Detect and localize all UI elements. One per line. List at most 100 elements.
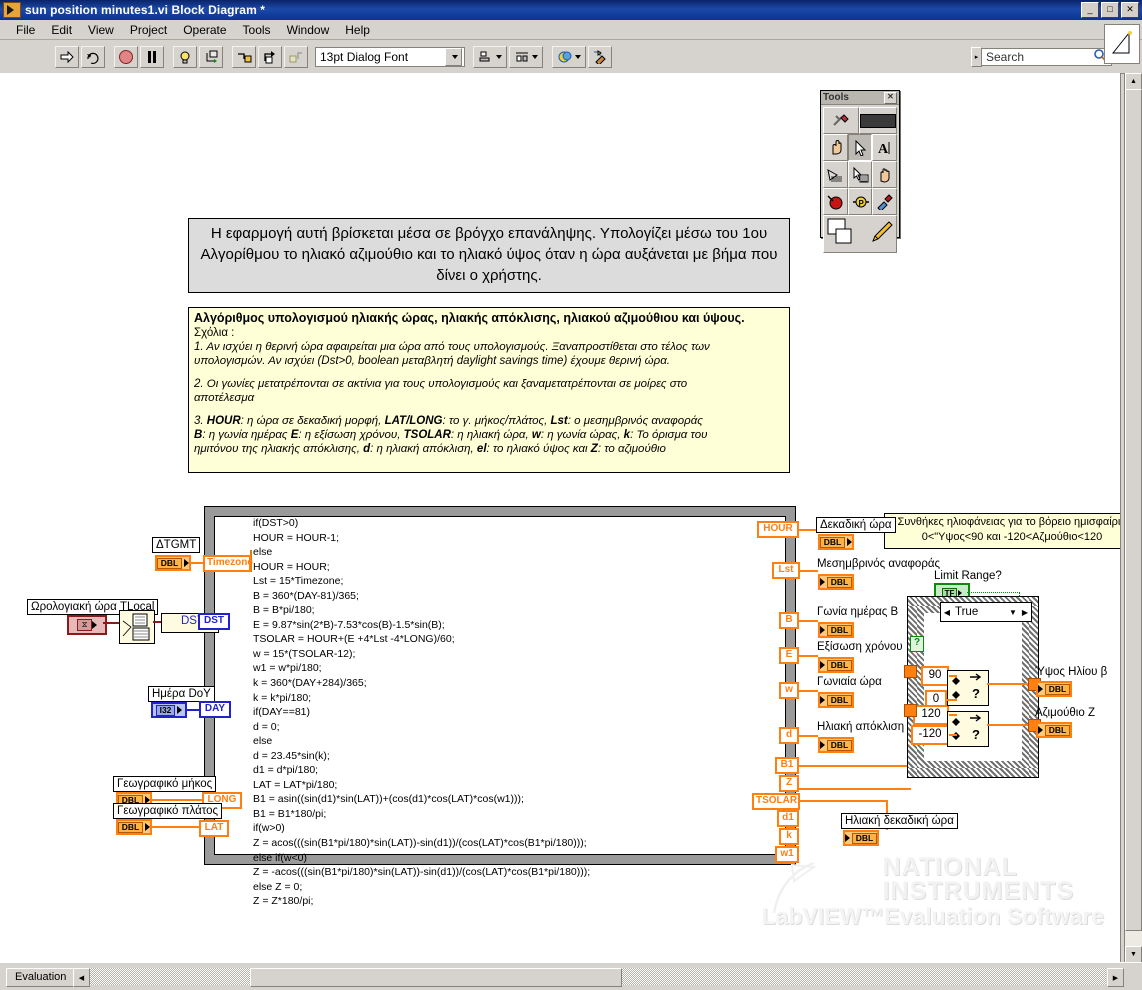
tunnel-dst[interactable]: DST (198, 613, 230, 630)
block-diagram-canvas[interactable]: Η εφαρμογή αυτή βρίσκεται μέσα σε βρόγχο… (0, 73, 1121, 963)
input-terminal-doy[interactable]: I32 (151, 702, 187, 718)
menu-edit[interactable]: Edit (43, 22, 80, 38)
menu-view[interactable]: View (80, 22, 122, 38)
tunnel-b1[interactable]: B1 (775, 757, 799, 774)
case-tunnel-in-elevation[interactable] (904, 665, 917, 678)
wire-b1 (799, 765, 911, 767)
close-icon[interactable]: ✕ (884, 91, 897, 104)
run-continuously-button[interactable] (81, 46, 105, 68)
case-next-icon[interactable]: ▶ (1019, 604, 1031, 620)
constant-upper-azimuth[interactable]: 120 (913, 705, 949, 725)
search-input[interactable]: Search (982, 48, 1112, 66)
menu-tools[interactable]: Tools (235, 22, 279, 38)
hscroll-right-arrow[interactable]: ▶ (1107, 968, 1124, 987)
in-range-coerce-node-azimuth[interactable]: ? (947, 711, 989, 747)
tunnel-k[interactable]: k (779, 828, 799, 845)
clean-up-diagram-button[interactable] (588, 46, 612, 68)
vertical-scroll-thumb[interactable] (1125, 89, 1142, 931)
font-selector[interactable]: 13pt Dialog Font (315, 47, 465, 67)
abort-execution-button[interactable] (114, 46, 138, 68)
position-size-select-tool-button[interactable] (847, 134, 873, 161)
connect-wire-tool-button[interactable] (823, 161, 848, 188)
menu-project[interactable]: Project (122, 22, 175, 38)
edit-text-tool-button[interactable]: A (872, 134, 898, 161)
input-terminal-tlocal[interactable]: ⧖ (67, 615, 107, 635)
menu-window[interactable]: Window (279, 22, 338, 38)
tunnel-d1[interactable]: d1 (777, 810, 799, 827)
scroll-window-tool-button[interactable] (872, 161, 898, 188)
maximize-button[interactable]: □ (1101, 2, 1119, 18)
set-clear-breakpoint-tool-button[interactable] (823, 188, 848, 215)
scroll-down-arrow[interactable]: ▼ (1125, 946, 1142, 963)
distribute-objects-button[interactable] (509, 46, 543, 68)
scroll-up-arrow[interactable]: ▲ (1125, 73, 1142, 90)
chevron-down-icon[interactable]: ▼ (1007, 604, 1019, 620)
automatic-tool-selection-button[interactable] (823, 107, 859, 134)
tunnel-tsolar[interactable]: TSOLAR (752, 793, 800, 810)
tunnel-day[interactable]: DAY (199, 701, 231, 718)
case-tunnel-in-azimuth[interactable] (904, 704, 917, 717)
align-objects-button[interactable] (473, 46, 507, 68)
output-indicator-solar-decimal-hour[interactable]: DBL (843, 830, 879, 846)
constant-upper-elevation[interactable]: 90 (921, 666, 949, 686)
input-label-longitude: Γεωγραφικό μήκος (113, 776, 217, 792)
chevron-down-icon[interactable] (445, 48, 462, 66)
search-handle[interactable]: ▸ (971, 47, 982, 67)
run-button[interactable] (55, 46, 79, 68)
step-into-button[interactable] (232, 46, 256, 68)
minimize-button[interactable]: _ (1081, 2, 1099, 18)
tunnel-e[interactable]: E (779, 647, 799, 664)
color-swatches-icon[interactable] (827, 218, 857, 251)
case-prev-icon[interactable]: ◀ (941, 604, 953, 620)
set-color-tool-icon[interactable] (867, 220, 893, 249)
tunnel-w1[interactable]: w1 (775, 846, 799, 863)
datetime-node[interactable] (119, 610, 155, 644)
tunnel-z[interactable]: Z (779, 775, 799, 792)
retain-wire-values-button[interactable] (199, 46, 223, 68)
menu-help[interactable]: Help (337, 22, 378, 38)
step-over-button[interactable] (258, 46, 282, 68)
output-indicator-declination[interactable]: DBL (818, 737, 854, 753)
close-button[interactable]: ✕ (1121, 2, 1139, 18)
object-shortcut-menu-tool-button[interactable] (847, 161, 873, 188)
tunnel-hour[interactable]: HOUR (757, 521, 799, 538)
color-tool-row[interactable] (823, 215, 897, 253)
constant-lower-azimuth[interactable]: -120 (911, 725, 949, 745)
tools-palette[interactable]: Tools ✕ A P (820, 90, 900, 253)
case-selector-terminal[interactable]: ? (910, 636, 924, 652)
tools-palette-header[interactable]: Tools ✕ (821, 91, 899, 105)
input-terminal-timezone[interactable]: DBL (155, 555, 191, 571)
output-indicator-sun-elevation[interactable]: DBL (1036, 681, 1072, 697)
output-indicator-time-equation[interactable]: DBL (818, 657, 854, 673)
dbl-type-label: DBL (819, 536, 846, 548)
highlight-execution-button[interactable] (173, 46, 197, 68)
reorder-button[interactable] (552, 46, 586, 68)
horizontal-scroll-thumb[interactable] (250, 968, 622, 987)
wm-line2: INSTRUMENTS (882, 877, 1074, 905)
menu-operate[interactable]: Operate (175, 22, 234, 38)
tunnel-lst[interactable]: Lst (772, 562, 800, 579)
menu-file[interactable]: File (8, 22, 43, 38)
angle-tool-panel[interactable] (1104, 24, 1140, 64)
tunnel-b[interactable]: B (779, 612, 799, 629)
n3b-t2: : η εξίσωση χρόνου, (298, 429, 404, 441)
operate-value-tool-button[interactable] (823, 134, 848, 161)
step-out-button[interactable] (284, 46, 308, 68)
input-terminal-latitude[interactable]: DBL (116, 819, 152, 835)
tunnel-d[interactable]: d (779, 727, 799, 744)
vertical-scrollbar[interactable]: ▲ ▼ (1124, 73, 1142, 963)
svg-text:?: ? (972, 686, 980, 701)
probe-data-tool-button[interactable]: P (847, 188, 873, 215)
output-indicator-decimal-hour[interactable]: DBL (818, 534, 854, 550)
output-indicator-azimuth[interactable]: DBL (1036, 722, 1072, 738)
tunnel-timezone[interactable]: Timezone (203, 555, 253, 572)
hscroll-left-arrow[interactable]: ◀ (73, 968, 90, 987)
case-selector[interactable]: ◀ True ▼ ▶ (940, 602, 1032, 622)
tunnel-w[interactable]: w (779, 682, 799, 699)
output-indicator-day-angle[interactable]: DBL (818, 622, 854, 638)
output-indicator-reference-meridian[interactable]: DBL (818, 574, 854, 590)
output-indicator-hour-angle[interactable]: DBL (818, 692, 854, 708)
tunnel-lat[interactable]: LAT (199, 820, 229, 837)
get-color-tool-button[interactable] (872, 188, 898, 215)
pause-button[interactable] (140, 46, 164, 68)
